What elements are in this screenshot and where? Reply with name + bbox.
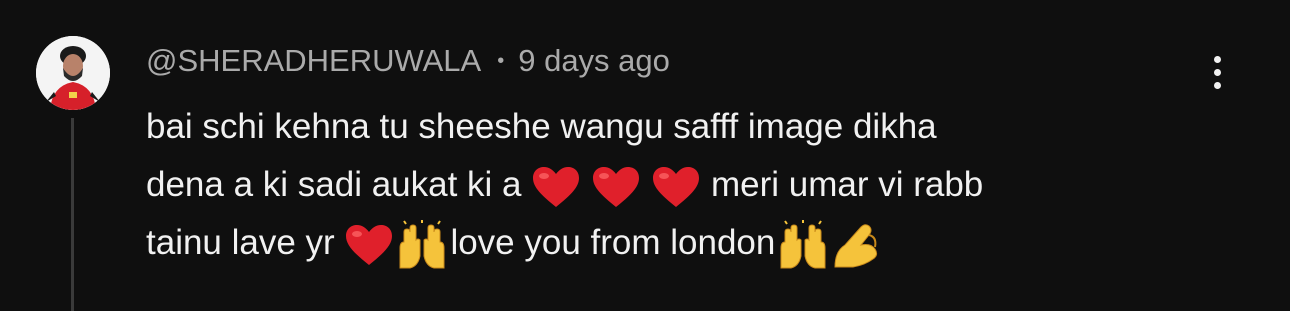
thread-line [71, 118, 74, 311]
comment-text: bai schi kehna tu sheeshe wangu safff im… [146, 98, 1186, 272]
more-options-dot [1214, 82, 1221, 89]
comment-text-segment: love you from london [450, 223, 776, 262]
comment-text-segment: meri umar vi rabb [710, 165, 984, 204]
red-heart-icon [344, 223, 394, 267]
red-heart-icon [651, 165, 701, 209]
comment-text-segment: dena a ki sadi aukat ki a [146, 165, 532, 204]
avatar[interactable] [36, 36, 110, 110]
red-heart-icon [591, 165, 641, 209]
timestamp[interactable]: 9 days ago [518, 43, 670, 79]
pinching-hand-icon [831, 221, 881, 269]
comment-line-3: tainu lave yr love you from london [146, 214, 1186, 272]
author-name[interactable]: @SHERADHERUWALA [146, 43, 481, 79]
comment-text-segment: tainu lave yr [146, 223, 345, 262]
red-heart-icon [531, 165, 581, 209]
raised-hands-icon [775, 219, 831, 270]
separator-dot: • [497, 49, 505, 72]
more-options-dot [1214, 69, 1221, 76]
comment-header: @SHERADHERUWALA • 9 days ago [146, 40, 670, 82]
comment-item: @SHERADHERUWALA • 9 days ago bai schi ke… [0, 0, 1290, 311]
raised-hands-icon [394, 219, 450, 270]
comment-line-1: bai schi kehna tu sheeshe wangu safff im… [146, 98, 1186, 156]
comment-text-segment: bai schi kehna tu sheeshe wangu safff im… [146, 107, 937, 146]
more-options-button[interactable] [1198, 48, 1238, 96]
comment-line-2: dena a ki sadi aukat ki a meri umar vi r… [146, 156, 1186, 214]
more-options-icon [1214, 56, 1221, 63]
